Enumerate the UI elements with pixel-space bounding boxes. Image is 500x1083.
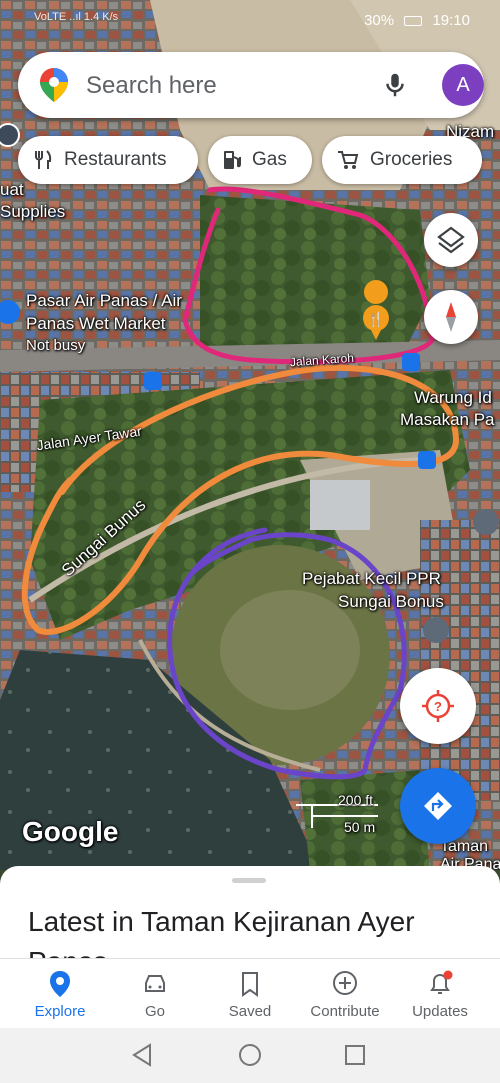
map-label-supplies-partial: uat <box>0 180 24 199</box>
map-label-pejabat-line2[interactable]: Sungai Bonus <box>338 592 444 612</box>
system-nav-bar <box>0 1028 500 1083</box>
nav-label: Updates <box>412 1003 468 1020</box>
nav-go[interactable]: Go <box>105 959 205 1029</box>
government-marker-icon <box>423 617 449 643</box>
maps-pin-logo-icon <box>40 68 68 102</box>
scale-label-m: 50 m <box>344 819 376 835</box>
chip-groceries[interactable]: Groceries <box>322 136 482 184</box>
explore-pin-icon <box>50 971 70 997</box>
chip-label: Groceries <box>370 149 453 170</box>
bookmark-icon <box>242 972 258 997</box>
pin-marker-icon <box>0 123 20 147</box>
chip-gas[interactable]: Gas <box>208 136 312 184</box>
gas-pump-icon <box>224 151 241 169</box>
directions-icon <box>424 792 452 820</box>
clock: 19:10 <box>432 12 470 29</box>
map-label-warung-line2[interactable]: Masakan Pa <box>400 410 495 430</box>
layers-button[interactable] <box>424 213 478 267</box>
sheet-title: Latest in Taman Kejiranan Ayer Panas <box>28 906 415 966</box>
bottom-nav: Explore Go Saved Contribute Updates <box>0 958 500 1028</box>
back-icon <box>132 1043 151 1067</box>
nav-label: Contribute <box>310 1003 380 1020</box>
map-label-pejabat-line1[interactable]: Pejabat Kecil PPR <box>302 569 441 589</box>
battery-icon <box>404 16 423 27</box>
google-logo: Google <box>22 816 119 847</box>
recents-icon <box>345 1045 365 1065</box>
car-icon <box>145 975 165 992</box>
bus-stop-icon <box>402 353 420 371</box>
map-label-warung-line1[interactable]: Warung Id <box>414 388 492 408</box>
bus-stop-icon <box>144 372 162 390</box>
nav-saved[interactable]: Saved <box>200 959 300 1029</box>
nav-contribute[interactable]: Contribute <box>295 959 395 1029</box>
account-avatar[interactable]: A <box>442 64 484 106</box>
layers-icon <box>437 226 465 254</box>
svg-text:?: ? <box>434 699 442 714</box>
fork-knife-icon <box>35 150 52 169</box>
chip-label: Restaurants <box>64 149 167 170</box>
nav-updates[interactable]: Updates <box>390 959 490 1029</box>
map-label-pasar-line1[interactable]: Pasar Air Panas / Air <box>26 291 182 311</box>
search-bar[interactable]: Search here A <box>18 52 484 118</box>
directions-button[interactable] <box>400 768 476 844</box>
chip-restaurants[interactable]: Restaurants <box>18 136 198 184</box>
compass-icon <box>446 302 456 332</box>
nav-explore[interactable]: Explore <box>10 959 110 1029</box>
chip-label: Gas <box>252 149 287 170</box>
map-label-pasar-line2[interactable]: Panas Wet Market <box>26 314 166 334</box>
location-target-icon: ? <box>422 690 454 722</box>
add-circle-icon <box>333 971 357 995</box>
school-marker-icon <box>473 509 499 535</box>
home-icon <box>239 1044 261 1066</box>
compass-button[interactable] <box>424 290 478 344</box>
scale-label-ft: 200 ft <box>338 792 374 808</box>
map-label-pasar-status: Not busy <box>26 337 86 354</box>
map-label-supplies: Supplies <box>0 202 66 221</box>
bus-stop-icon <box>418 451 436 469</box>
search-input[interactable]: Search here <box>86 72 217 100</box>
status-bar: VoLTE ..ıl 1.4 K/s 30% 19:10 <box>0 0 500 40</box>
bottom-sheet[interactable]: Latest in Taman Kejiranan Ayer Panas <box>0 866 500 966</box>
sheet-handle[interactable] <box>232 878 266 883</box>
bell-icon <box>430 970 453 994</box>
status-left: VoLTE ..ıl 1.4 K/s <box>34 11 119 23</box>
nav-label: Go <box>144 1003 165 1020</box>
nav-label: Explore <box>34 1003 86 1020</box>
nav-label: Saved <box>228 1003 272 1020</box>
my-location-button[interactable]: ? <box>400 668 476 744</box>
battery-percent: 30% <box>364 12 395 29</box>
microphone-icon[interactable] <box>380 70 410 100</box>
svg-text:🍴: 🍴 <box>367 311 384 328</box>
cart-icon <box>338 151 359 169</box>
